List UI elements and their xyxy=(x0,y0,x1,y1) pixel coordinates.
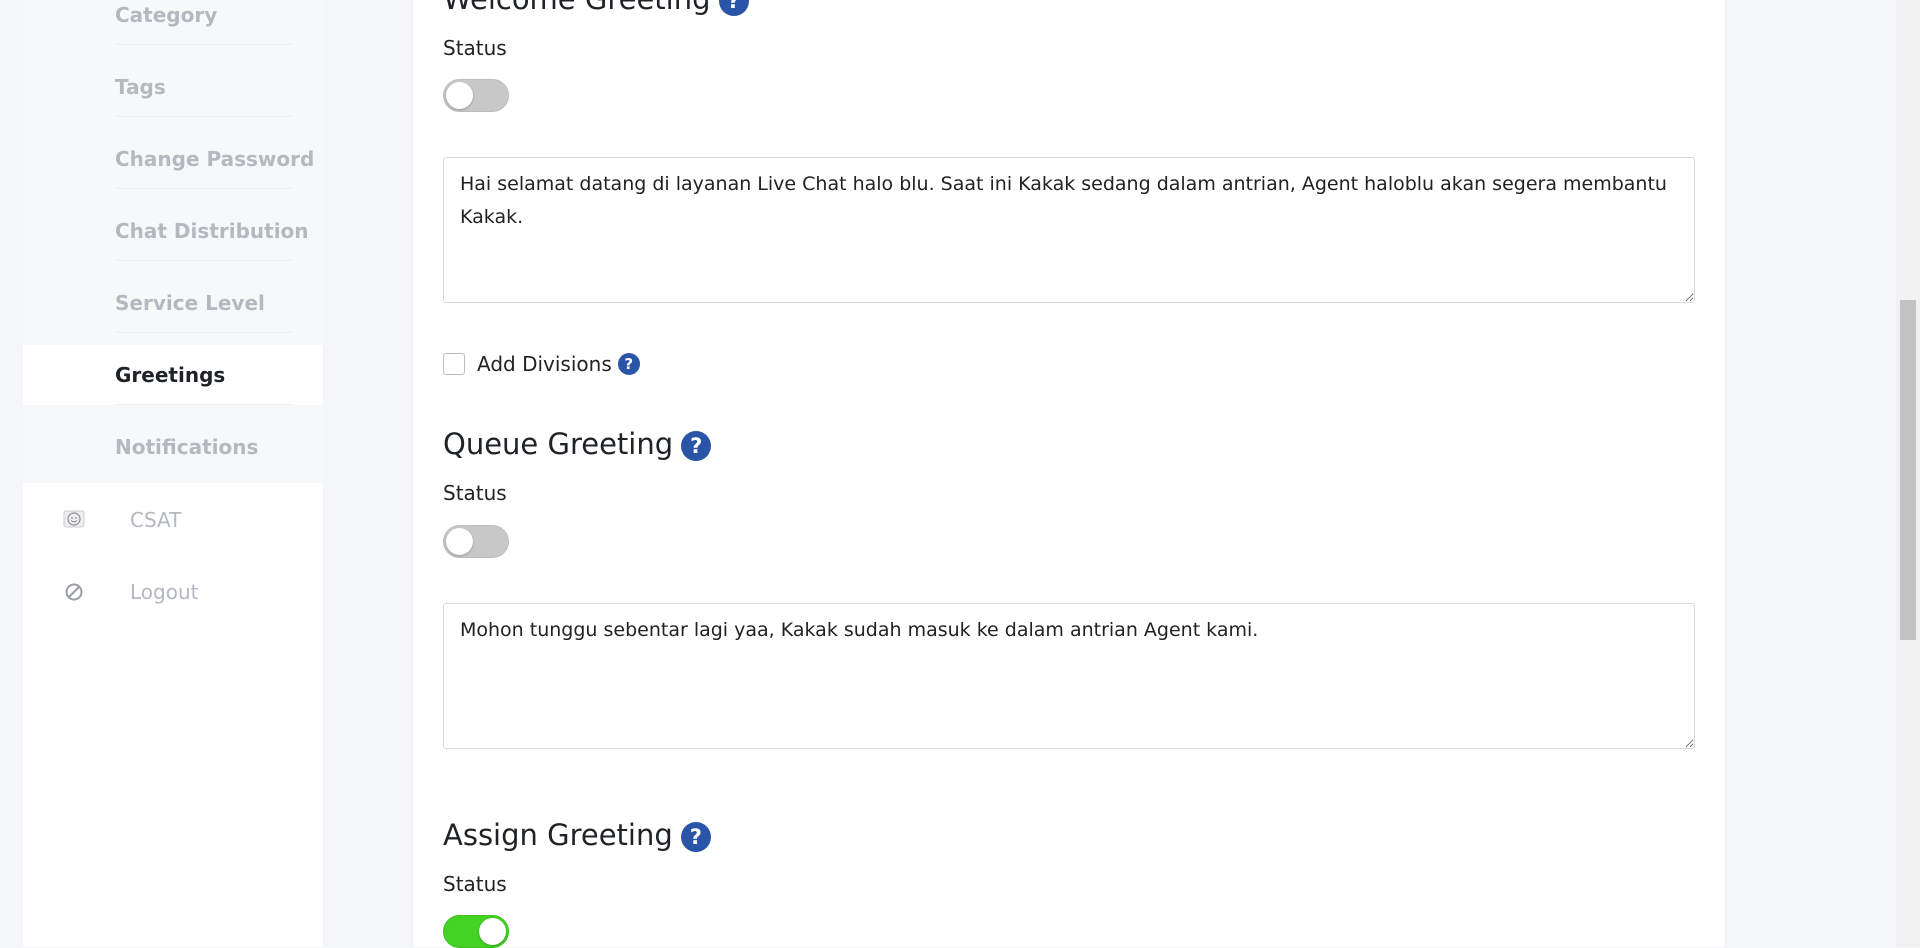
divider xyxy=(115,44,293,45)
sidebar-item-greetings[interactable]: Greetings xyxy=(23,345,323,405)
logout-icon xyxy=(63,582,85,604)
add-divisions-row: Add Divisions ? xyxy=(443,351,640,377)
page-scrollbar[interactable] xyxy=(1896,0,1920,947)
sidebar-item-service-level[interactable]: Service Level xyxy=(23,273,323,333)
divider xyxy=(115,116,293,117)
welcome-message-textarea[interactable]: Hai selamat datang di layanan Live Chat … xyxy=(443,157,1695,303)
queue-status-toggle[interactable] xyxy=(443,525,509,558)
sidebar-item-label: Category xyxy=(115,3,218,27)
queue-greeting-title: Queue Greeting? xyxy=(443,427,712,461)
sidebar-item-csat[interactable]: CSAT xyxy=(23,490,323,550)
status-label: Status xyxy=(443,36,507,60)
queue-message-textarea[interactable]: Mohon tunggu sebentar lagi yaa, Kakak su… xyxy=(443,603,1695,749)
divider xyxy=(115,332,293,333)
assign-greeting-title: Assign Greeting? xyxy=(443,818,711,852)
divider xyxy=(115,260,293,261)
section-title-text: Queue Greeting xyxy=(443,427,674,461)
sidebar-item-notifications[interactable]: Notifications xyxy=(23,417,323,477)
sidebar-item-label: Change Password xyxy=(115,147,315,171)
sidebar-item-label: Chat Distribution xyxy=(115,219,309,243)
sidebar-item-label: Notifications xyxy=(115,435,259,459)
sidebar-item-label: Service Level xyxy=(115,291,265,315)
welcome-greeting-title: Welcome Greeting? xyxy=(443,0,749,16)
toggle-knob xyxy=(446,528,473,555)
section-title-text: Welcome Greeting xyxy=(443,0,711,16)
sidebar-item-label: Greetings xyxy=(115,363,226,387)
sidebar-item-label: Logout xyxy=(130,580,199,604)
sidebar-item-tags[interactable]: Tags xyxy=(23,57,323,117)
assign-status-toggle[interactable] xyxy=(443,915,509,948)
status-label: Status xyxy=(443,481,507,505)
toggle-knob xyxy=(446,82,473,109)
help-icon[interactable]: ? xyxy=(617,353,640,375)
greetings-card: Welcome Greeting? Status Hai selamat dat… xyxy=(412,0,1726,948)
settings-submenu: Category Tags Change Password Chat Distr… xyxy=(23,0,323,483)
divider xyxy=(115,188,293,189)
help-icon[interactable]: ? xyxy=(681,431,712,461)
divider xyxy=(115,404,293,405)
sidebar-item-logout[interactable]: Logout xyxy=(23,562,323,622)
sidebar-item-change-password[interactable]: Change Password xyxy=(23,129,323,189)
help-icon[interactable]: ? xyxy=(680,822,711,852)
add-divisions-checkbox[interactable] xyxy=(443,353,465,375)
status-label: Status xyxy=(443,872,507,896)
help-icon[interactable]: ? xyxy=(718,0,749,16)
sidebar-item-chat-distribution[interactable]: Chat Distribution xyxy=(23,201,323,261)
sidebar-item-label: CSAT xyxy=(130,508,182,532)
toggle-knob xyxy=(479,918,506,945)
scrollbar-thumb[interactable] xyxy=(1900,300,1916,640)
section-title-text: Assign Greeting xyxy=(443,818,673,852)
sidebar-item-label: Tags xyxy=(115,75,166,99)
smiley-icon xyxy=(63,510,85,532)
sidebar: Category Tags Change Password Chat Distr… xyxy=(23,0,323,947)
add-divisions-label: Add Divisions xyxy=(477,352,612,376)
sidebar-item-category[interactable]: Category xyxy=(23,0,323,45)
welcome-status-toggle[interactable] xyxy=(443,79,509,112)
